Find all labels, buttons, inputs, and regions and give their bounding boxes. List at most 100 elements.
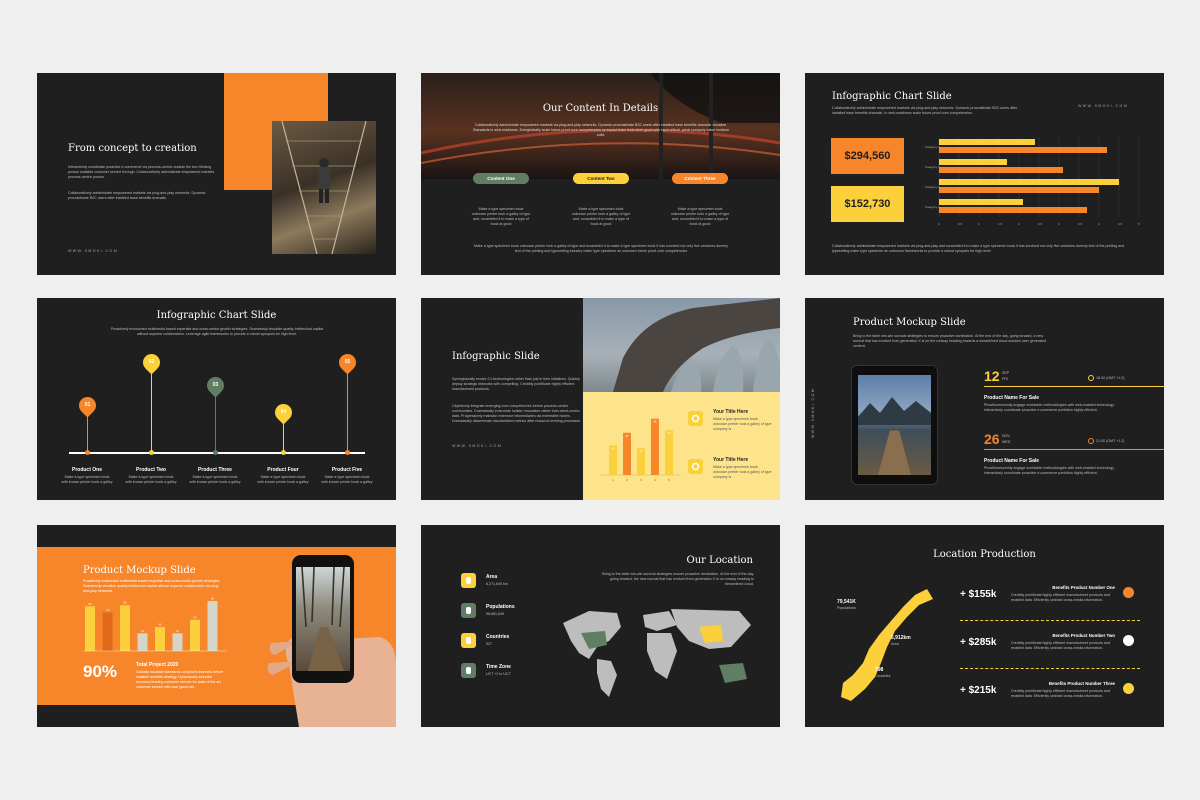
product-text: Make a type specimen book with known pri… bbox=[125, 475, 177, 484]
bar-value-label: 74 bbox=[106, 608, 109, 612]
clock-icon bbox=[1088, 375, 1094, 381]
slide2-intro: Collaboratively administrate empowered m… bbox=[473, 123, 729, 137]
category-label: Category 1 bbox=[925, 205, 940, 209]
slide1-url[interactable]: WWW.SMOKI.COM bbox=[68, 249, 118, 253]
x-tick-label: 2 bbox=[626, 478, 628, 482]
bar bbox=[85, 606, 95, 651]
bar-value-label: 88 bbox=[124, 601, 127, 605]
basket-icon bbox=[1123, 587, 1134, 598]
x-tick-label: 0.5 bbox=[958, 222, 963, 226]
event-text: Phosfluorescently engage worldwide metho… bbox=[984, 466, 1115, 475]
value-box-orange: $294,560 bbox=[831, 138, 904, 174]
vertical-url[interactable]: WWW.SMOKI.COM bbox=[811, 388, 815, 438]
stat-label: Time Zone bbox=[486, 664, 511, 670]
pill-content-one[interactable]: Content One bbox=[473, 173, 529, 184]
timeline-stem bbox=[347, 371, 348, 452]
map-stat-label: Area bbox=[891, 642, 899, 646]
phone-device bbox=[292, 555, 354, 683]
slide-from-concept[interactable]: From concept to creation Interactively c… bbox=[37, 73, 396, 275]
event-product-name: Product Name For Sale bbox=[984, 395, 1040, 401]
benefit-text: Credibly pontificate highly efficient ma… bbox=[1011, 641, 1111, 650]
category-label: Category 4 bbox=[925, 145, 940, 149]
slide3-footer: Collaboratively administrate empowered m… bbox=[832, 244, 1125, 253]
stat-value: 6,271,649 km bbox=[486, 582, 508, 586]
bar bbox=[665, 430, 673, 475]
item-text-2: Make a type specimen book unknown printe… bbox=[713, 465, 772, 479]
slide-product-mockup-phone[interactable]: Product Mockup Slide Proactively envisio… bbox=[37, 525, 396, 727]
pill-content-two[interactable]: Content Two bbox=[573, 173, 629, 184]
slide3-description: Collaboratively administrate empowered m… bbox=[832, 106, 1018, 115]
slide3-title: Infographic Chart Slide bbox=[832, 91, 952, 102]
clock-icon bbox=[1088, 438, 1094, 444]
product-name: Product Three bbox=[198, 467, 232, 473]
x-tick-label: 3 bbox=[640, 478, 642, 482]
vertical-bar-chart: 461662423884705 bbox=[601, 418, 681, 482]
slide3-url[interactable]: WWW.SMOKI.COM bbox=[1078, 104, 1128, 108]
stat-value: UCT +2 to UCT bbox=[486, 672, 511, 676]
utensils-icon bbox=[1123, 635, 1134, 646]
product-name: Product Five bbox=[331, 467, 363, 473]
slide5-paragraph-1: Synergistically evolve 2.0 technologies … bbox=[452, 377, 580, 391]
event-weekday: FRI bbox=[1002, 377, 1008, 381]
map-stat-value: 798 bbox=[875, 667, 884, 673]
benefit-price: + $215k bbox=[960, 685, 997, 696]
event-month: SEP bbox=[1002, 371, 1010, 375]
event-divider bbox=[984, 386, 1164, 387]
bar bbox=[137, 633, 148, 651]
slide-infographic-bar[interactable]: Infographic Chart Slide Collaboratively … bbox=[805, 73, 1164, 275]
tablet-device bbox=[851, 365, 938, 485]
event-text: Phosfluorescently engage worldwide metho… bbox=[984, 403, 1115, 412]
benefit-name: Benefits Product Number Three bbox=[1048, 681, 1115, 686]
hand-holding-phone bbox=[259, 545, 396, 727]
lightbulb-icon bbox=[1123, 683, 1134, 694]
slide-timeline[interactable]: Infographic Chart Slide Proactively envi… bbox=[37, 298, 396, 500]
slide-location-production[interactable]: Location Production 79,541K Populations 6,… bbox=[805, 525, 1164, 727]
bar bbox=[207, 601, 218, 651]
product-text: Make a type specimen book with known pri… bbox=[189, 475, 241, 484]
bar bbox=[190, 619, 200, 651]
slide-infographic-vertical[interactable]: Infographic Slide Synergistically evolve… bbox=[421, 298, 780, 500]
slide-product-mockup-tablet[interactable]: Product Mockup Slide Bring to the table … bbox=[805, 298, 1164, 500]
slide1-title: From concept to creation bbox=[68, 143, 197, 154]
timeline-stem bbox=[151, 371, 152, 452]
timeline-number: 01 bbox=[84, 402, 91, 408]
bar bbox=[651, 418, 659, 475]
slide-content-details[interactable]: Our Content In Details Collaboratively a… bbox=[421, 73, 780, 275]
x-tick-label: 2.5 bbox=[1038, 222, 1043, 226]
benefit-name: Benefits Product Number One bbox=[1052, 585, 1115, 590]
category-label: Category 2 bbox=[925, 185, 940, 189]
map-stat-value: 79,541K bbox=[837, 599, 856, 605]
pier-illustration bbox=[858, 397, 931, 475]
slide-our-location[interactable]: Our Location Bring to the table win-win … bbox=[421, 525, 780, 727]
col-text-one: Make a type specimen book unknown printe… bbox=[471, 207, 531, 226]
slide5-url[interactable]: WWW.SMOKI.COM bbox=[452, 444, 502, 448]
timeline-stem bbox=[283, 421, 284, 452]
stat-value: 56,681,649 bbox=[486, 612, 504, 616]
x-tick-label: 4.5 bbox=[1118, 222, 1123, 226]
icon-glyph bbox=[466, 607, 471, 614]
product-text: Make a type specimen book with known pri… bbox=[321, 475, 373, 484]
timeline-stem bbox=[87, 414, 88, 452]
bar bbox=[102, 612, 113, 651]
x-tick-label: 4 bbox=[654, 478, 656, 482]
pill-content-three[interactable]: Content Three bbox=[672, 173, 728, 184]
bar bbox=[172, 633, 183, 651]
event-day: 26 bbox=[984, 431, 1000, 447]
item-title-1: Your Title Here bbox=[713, 409, 749, 415]
product-name: Product Four bbox=[267, 467, 299, 473]
slide8-title: Our Location bbox=[686, 555, 754, 566]
stat-label: Populations bbox=[486, 604, 515, 610]
world-map bbox=[563, 609, 751, 697]
x-tick-label: 3 bbox=[1058, 222, 1060, 226]
benefit-text: Credibly pontificate highly efficient ma… bbox=[1011, 689, 1111, 698]
timeline-node bbox=[281, 450, 286, 455]
benefit-price: + $155k bbox=[960, 589, 997, 600]
x-tick-label: 3.5 bbox=[1078, 222, 1083, 226]
icon-glyph bbox=[466, 577, 471, 584]
col-text-three: Make a type specimen book unknown printe… bbox=[670, 207, 730, 226]
map-stat-label: Populations bbox=[837, 606, 856, 610]
slide7-title: Product Mockup Slide bbox=[83, 565, 196, 576]
viaduct-photo bbox=[583, 298, 780, 392]
flag-icon bbox=[461, 633, 476, 648]
slide5-title: Infographic Slide bbox=[452, 351, 540, 362]
